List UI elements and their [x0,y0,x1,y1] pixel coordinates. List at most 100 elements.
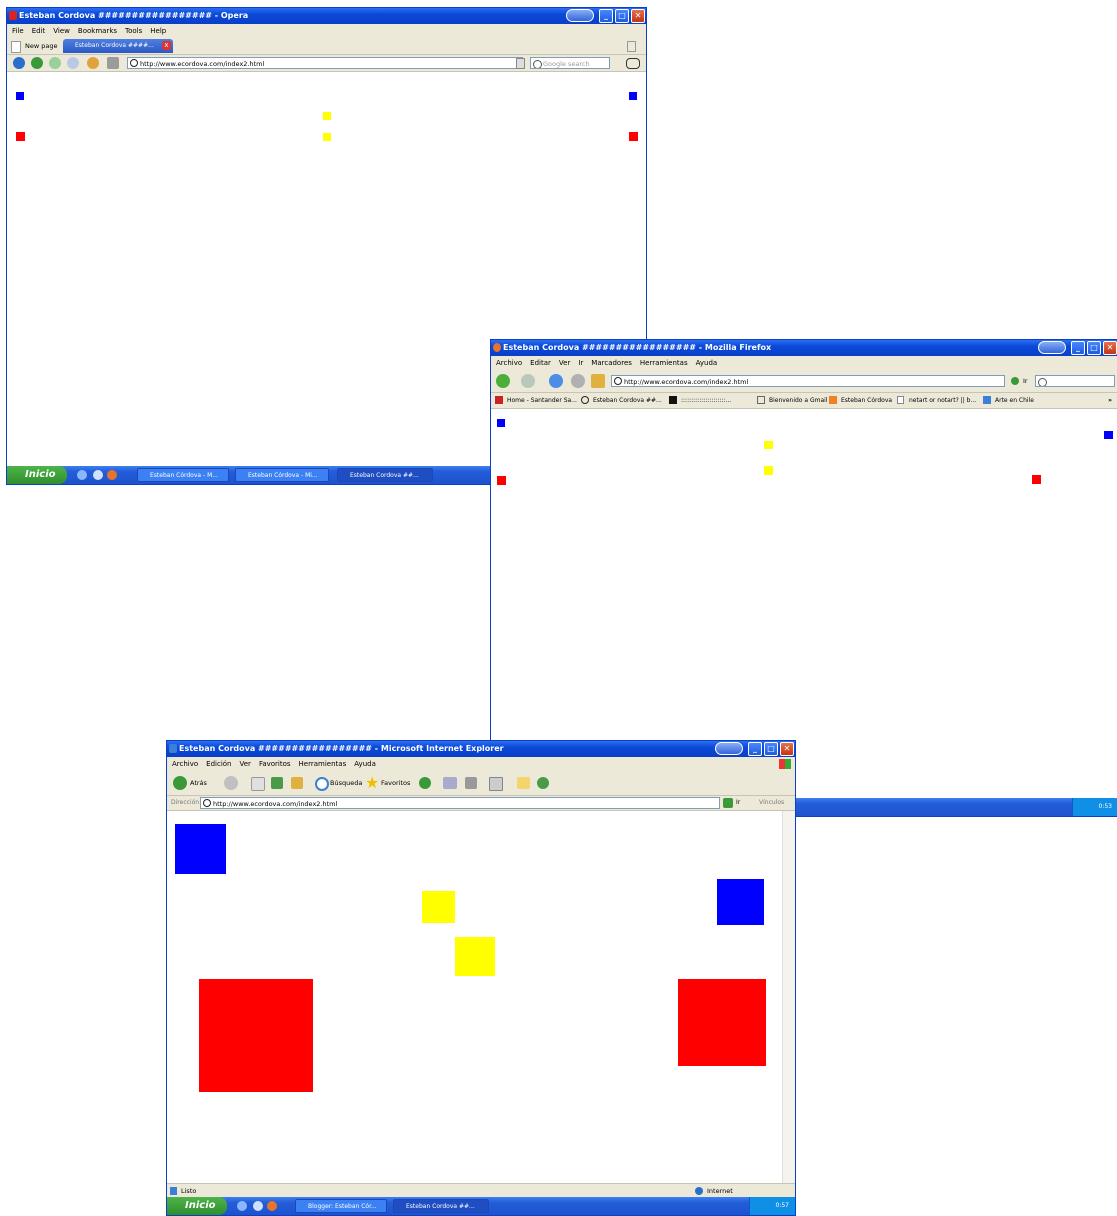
search-icon[interactable] [315,777,329,791]
messenger-icon[interactable] [537,777,549,789]
bookmark-item[interactable]: Esteban Cordova ##... [593,393,662,408]
menu-tools[interactable]: Tools [125,24,142,38]
yellow-square-bottom [764,466,773,475]
firefox-address-field[interactable]: http://www.ecordova.com/index2.html [611,375,1005,387]
menu-edit[interactable]: Edit [32,24,46,38]
menu-archivo[interactable]: Archivo [496,356,522,370]
menu-file[interactable]: File [12,24,24,38]
go-arrow-icon[interactable] [723,798,733,808]
taskbar-item[interactable]: Esteban Cordova ##... [337,468,433,482]
bookmark-item[interactable]: netart or notart? || b... [909,393,976,408]
menu-ir[interactable]: Ir [578,356,583,370]
menu-herramientas[interactable]: Herramientas [640,356,688,370]
search-input[interactable]: Google search [530,57,610,69]
menu-herramientas[interactable]: Herramientas [299,757,347,771]
menu-view[interactable]: View [53,24,70,38]
maximize-button[interactable]: □ [1087,341,1101,355]
menu-ver[interactable]: Ver [559,356,570,370]
forward-icon[interactable] [224,776,238,790]
bookmark-icon [897,396,904,404]
minimize-button[interactable]: _ [599,9,613,23]
back-icon[interactable] [31,57,43,69]
menu-archivo[interactable]: Archivo [172,757,198,771]
search-label[interactable]: Búsqueda [330,771,362,795]
trash-icon[interactable] [627,41,636,52]
tab-active[interactable]: Esteban Cordova ####... x [63,39,173,53]
tray-clock: 0:57 [775,1202,789,1209]
new-page-tab[interactable]: New page [25,40,57,52]
edit-icon[interactable] [107,57,119,69]
home-icon[interactable] [291,777,303,789]
binoculars-icon[interactable] [626,58,640,69]
menu-ayuda[interactable]: Ayuda [696,356,718,370]
bookmark-item[interactable]: Home - Santander Sa... [507,393,577,408]
reload-icon[interactable] [87,57,99,69]
refresh-icon[interactable] [271,777,283,789]
quicklaunch-icon[interactable] [77,470,87,480]
taskbar-item[interactable]: Esteban Córdova - Mi... [235,468,329,482]
history-icon[interactable] [419,777,431,789]
menu-editar[interactable]: Editar [530,356,551,370]
stop-icon[interactable] [251,777,265,791]
scrollbar[interactable] [782,811,795,1183]
ie-address-field[interactable]: http://www.ecordova.com/index2.html [200,797,720,809]
taskbar-item[interactable]: Esteban Córdova - M... [137,468,229,482]
back-icon[interactable] [496,374,510,388]
folder-icon[interactable] [517,777,530,789]
edit-icon[interactable] [489,777,503,791]
menu-marcadores[interactable]: Marcadores [591,356,632,370]
blue-square-right [1104,431,1113,439]
firefox-menubar: Archivo Editar Ver Ir Marcadores Herrami… [491,356,1117,370]
bookmark-item[interactable]: Arte en Chile [995,393,1034,408]
stop-icon[interactable] [571,374,585,388]
quicklaunch-icon[interactable] [267,1201,277,1211]
quicklaunch-icon[interactable] [253,1201,263,1211]
close-button[interactable]: ✕ [780,742,794,756]
taskbar-item[interactable]: Esteban Cordova ##... [393,1199,489,1213]
menu-help[interactable]: Help [150,24,166,38]
minimize-button[interactable]: _ [1071,341,1085,355]
quicklaunch-icon[interactable] [237,1201,247,1211]
start-button[interactable]: Inicio [167,1197,227,1215]
menu-ver[interactable]: Ver [240,757,251,771]
menu-bookmarks[interactable]: Bookmarks [78,24,117,38]
back-icon[interactable] [173,776,187,790]
go-icon[interactable] [1011,377,1019,385]
maximize-button[interactable]: □ [615,9,629,23]
tab-close-icon[interactable]: x [162,41,171,50]
bookmark-item[interactable]: ::::::::::::::::::::::... [681,393,731,408]
start-button[interactable]: Inicio [7,466,67,484]
chevron-right-icon[interactable]: » [1108,393,1112,408]
links-label[interactable]: Vínculos [759,796,784,810]
quicklaunch-icon[interactable] [107,470,117,480]
reload-icon[interactable] [549,374,563,388]
firefox-search-input[interactable] [1035,375,1115,387]
bookmark-item[interactable]: Bienvenido a Gmail [769,393,827,408]
go-label[interactable]: Ir [1023,375,1028,387]
close-button[interactable]: ✕ [1103,341,1117,355]
home-icon[interactable] [591,374,605,388]
back-label[interactable]: Atrás [190,771,207,795]
menu-favoritos[interactable]: Favoritos [259,757,291,771]
forward-icon[interactable] [49,57,61,69]
opera-address-field[interactable]: http://www.ecordova.com/index2.html [127,57,523,69]
menu-edicion[interactable]: Edición [206,757,231,771]
mail-icon[interactable] [443,777,457,789]
go-label[interactable]: Ir [736,796,740,810]
close-button[interactable]: ✕ [631,9,645,23]
bookmark-item[interactable]: Esteban Córdova [841,393,892,408]
minimize-button[interactable]: _ [748,742,762,756]
blue-square-left [497,419,505,427]
quicklaunch-icon[interactable] [93,470,103,480]
maximize-button[interactable]: □ [764,742,778,756]
menu-ayuda[interactable]: Ayuda [354,757,376,771]
favorites-star-icon[interactable]: ★ [365,771,379,795]
page-icon [203,799,211,807]
taskbar-item[interactable]: Blogger: Esteban Cór... [295,1199,387,1213]
favorites-label[interactable]: Favoritos [381,771,410,795]
forward-icon[interactable] [521,374,535,388]
rewind-icon[interactable] [13,57,25,69]
address-dropdown-icon[interactable] [516,58,525,69]
print-icon[interactable] [465,777,477,789]
fast-forward-icon[interactable] [67,57,79,69]
